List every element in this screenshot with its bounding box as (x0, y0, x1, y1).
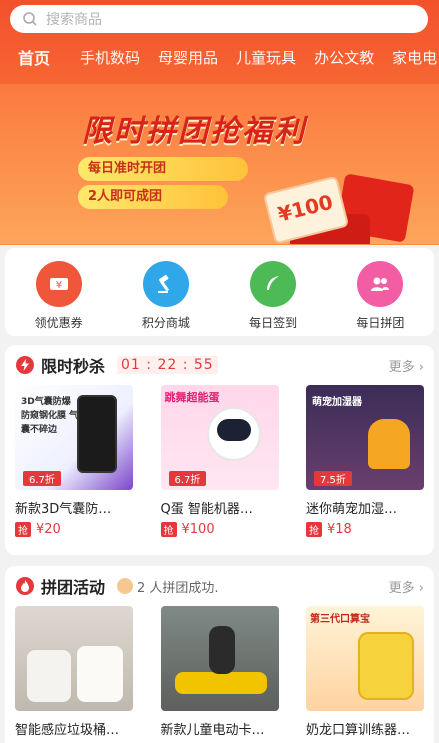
quick-label: 积分商城 (141, 316, 190, 330)
product-name: Q蛋 智能机器… (160, 502, 253, 517)
discount-badge: 6.7折 (23, 471, 61, 486)
feather-icon (250, 261, 297, 307)
promo-banner[interactable]: 限时拼团抢福利 每日准时开团 2人即可成团 ¥100 (0, 84, 439, 244)
product-image: 第三代口算宝 (306, 606, 424, 711)
gavel-icon (142, 261, 189, 307)
quick-points-mall[interactable]: 积分商城 (112, 248, 219, 336)
tab-appliance[interactable]: 家电电 (392, 47, 437, 68)
more-link[interactable]: 更多 › (389, 356, 424, 375)
trash-bin-image (77, 646, 123, 702)
price-row: 抢 ¥100 (160, 522, 279, 537)
tab-toys[interactable]: 儿童玩具 (236, 47, 296, 68)
calculator-image (358, 632, 414, 700)
group-success-notice: 2 人拼团成功. (117, 577, 219, 596)
product-card[interactable]: 3D气囊防爆 防窥钢化膜 气囊不碎边 6.7折 新款3D气囊防… 抢 ¥20 (15, 385, 133, 537)
quick-checkin[interactable]: 每日签到 (220, 248, 327, 336)
flash-sale-header: 限时秒杀 01 : 22 : 55 更多 › (15, 345, 424, 385)
tab-baby[interactable]: 母婴用品 (158, 47, 218, 68)
product-image: 跳舞超能蛋 6.7折 (160, 385, 279, 490)
humidifier-image (368, 419, 410, 469)
trash-bin-image (27, 650, 71, 702)
group-goods-list: 智能感应垃圾桶… 新款儿童电动卡… 第三代口算宝 奶龙口算训练器… (15, 606, 424, 738)
price: ¥20 (36, 522, 61, 537)
search-icon (23, 12, 37, 26)
product-image (15, 606, 133, 711)
banner-pill-2: 2人即可成团 (78, 185, 228, 209)
product-name: 智能感应垃圾桶… (15, 723, 120, 738)
section-title: 拼团活动 (41, 578, 106, 597)
group-buy-section: 拼团活动 2 人拼团成功. 更多 › 智能感应垃圾桶… 新款儿童电动卡… 第三代… (5, 566, 434, 743)
quick-daily-group[interactable]: 每日拼团 (327, 248, 434, 336)
coupon-icon: ¥ (35, 261, 82, 307)
avatar (117, 578, 134, 594)
tab-office[interactable]: 办公文教 (314, 47, 374, 68)
product-name: 新款3D气囊防… (15, 502, 112, 517)
discount-badge: 7.5折 (314, 471, 352, 486)
banner-pill-1: 每日准时开团 (78, 157, 248, 181)
flash-sale-section: 限时秒杀 01 : 22 : 55 更多 › 3D气囊防爆 防窥钢化膜 气囊不碎… (5, 345, 434, 555)
product-card[interactable]: 跳舞超能蛋 6.7折 Q蛋 智能机器… 抢 ¥100 (160, 385, 279, 537)
grab-tag: 抢 (15, 522, 31, 537)
flash-goods-list: 3D气囊防爆 防窥钢化膜 气囊不碎边 6.7折 新款3D气囊防… 抢 ¥20 跳舞… (15, 385, 424, 537)
product-image-caption: 3D气囊防爆 防窥钢化膜 气囊不碎边 (21, 397, 79, 435)
lightning-icon (16, 356, 34, 374)
grab-tag: 抢 (160, 522, 177, 537)
grab-tag: 抢 (306, 522, 322, 537)
price-row: 抢 ¥20 (15, 522, 133, 537)
robot-face (216, 419, 251, 441)
quick-coupon[interactable]: ¥ 领优惠券 (5, 248, 112, 336)
search-bar[interactable]: 搜索商品 (10, 5, 428, 33)
price: ¥100 (181, 522, 215, 537)
quick-label: 每日签到 (249, 316, 298, 330)
quick-label: 领优惠券 (34, 316, 83, 330)
search-placeholder: 搜索商品 (46, 12, 102, 28)
product-name: 新款儿童电动卡… (160, 723, 265, 738)
section-title: 限时秒杀 (41, 357, 106, 376)
more-link[interactable]: 更多 › (389, 577, 424, 596)
product-image (160, 606, 279, 711)
product-name: 迷你萌宠加湿… (306, 502, 398, 517)
phone-image (77, 395, 117, 473)
product-card[interactable]: 智能感应垃圾桶… (15, 606, 133, 738)
coupon-amount: ¥100 (275, 189, 336, 227)
countdown-timer: 01 : 22 : 55 (117, 356, 218, 374)
child-image (208, 626, 235, 674)
product-card[interactable]: 第三代口算宝 奶龙口算训练器… (306, 606, 424, 738)
svg-text:¥: ¥ (55, 280, 61, 291)
category-tabs: 首页 手机数码 母婴用品 儿童玩具 办公文教 家电电 (0, 44, 439, 70)
kart-image (174, 672, 267, 694)
tab-digital[interactable]: 手机数码 (80, 47, 140, 68)
product-image: 3D气囊防爆 防窥钢化膜 气囊不碎边 6.7折 (15, 385, 133, 490)
group-icon (357, 261, 404, 307)
price: ¥18 (327, 522, 352, 537)
product-image-caption: 跳舞超能蛋 (164, 391, 220, 404)
group-buy-header: 拼团活动 2 人拼团成功. 更多 › (15, 566, 424, 606)
banner-title: 限时拼团抢福利 (82, 114, 306, 149)
price-row: 抢 ¥18 (306, 522, 424, 537)
discount-badge: 6.7折 (168, 471, 207, 486)
tab-home[interactable]: 首页 (18, 45, 50, 69)
product-card[interactable]: 萌宠加湿器 7.5折 迷你萌宠加湿… 抢 ¥18 (306, 385, 424, 537)
product-image: 萌宠加湿器 7.5折 (306, 385, 424, 490)
quick-entry-bar: ¥ 领优惠券 积分商城 每日签到 每日拼团 (5, 248, 434, 336)
quick-label: 每日拼团 (356, 316, 405, 330)
product-image-caption: 萌宠加湿器 (312, 397, 362, 408)
product-card[interactable]: 新款儿童电动卡… (160, 606, 279, 738)
flame-icon (16, 577, 34, 595)
product-name: 奶龙口算训练器… (306, 723, 411, 738)
product-image-caption: 第三代口算宝 (310, 614, 370, 625)
